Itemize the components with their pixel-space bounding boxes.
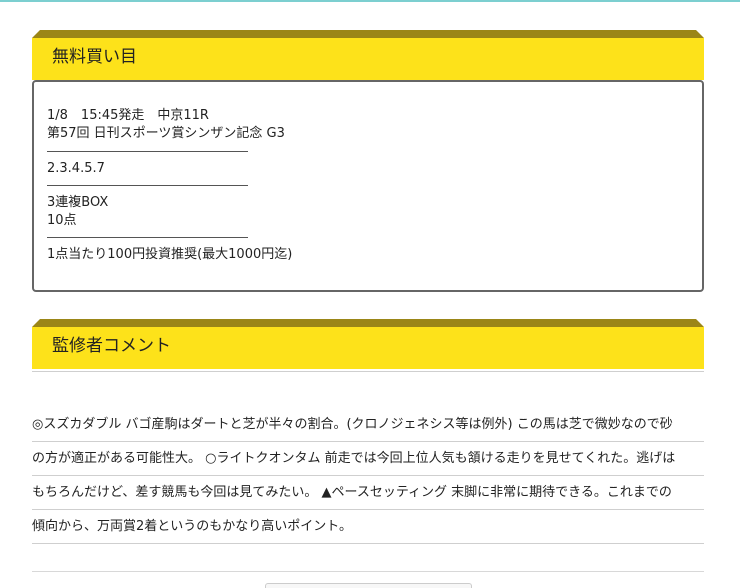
comment-line: もちろんだけど、差す競馬も今回は見てみたい。 ▲ペースセッティング 末脚に非常に… — [32, 476, 704, 510]
bet-points: 10点 — [47, 213, 77, 228]
divider — [47, 185, 248, 186]
race-name: 第57回 日刊スポーツ賞シンザン記念 G3 — [47, 126, 285, 141]
race-date-time-venue: 1/8 15:45発走 中京11R — [47, 108, 209, 123]
ribbon-fold — [32, 30, 704, 38]
stake-note: 1点当たり100円投資推奨(最大1000円迄) — [47, 247, 293, 262]
section-end-divider — [32, 571, 704, 572]
free-picks-box: 1/8 15:45発走 中京11R 第57回 日刊スポーツ賞シンザン記念 G3 … — [32, 80, 704, 292]
commentary-section: 監修者コメント ◎スズカダブル バゴ産駒はダートと芝が半々の割合。(クロノジェネ… — [32, 319, 704, 544]
divider — [47, 151, 248, 152]
comment-line: ◎スズカダブル バゴ産駒はダートと芝が半々の割合。(クロノジェネシス等は例外) … — [32, 408, 704, 442]
commentary-header: 監修者コメント — [32, 319, 704, 369]
free-picks-header: 無料買い目 — [32, 30, 704, 80]
free-picks-section: 無料買い目 1/8 15:45発走 中京11R 第57回 日刊スポーツ賞シンザン… — [32, 30, 704, 292]
comment-line: 傾向から、万両賞2着というのもかなり高いポイント。 — [32, 510, 704, 544]
divider — [47, 237, 248, 238]
comment-line: の方が適正がある可能性大。 ○ライトクオンタム 前走では今回上位人気も頷ける走り… — [32, 442, 704, 476]
horse-numbers: 2.3.4.5.7 — [47, 161, 105, 176]
free-picks-title: 無料買い目 — [52, 47, 137, 67]
bet-type: 3連複BOX — [47, 195, 109, 210]
commentary-body: ◎スズカダブル バゴ産駒はダートと芝が半々の割合。(クロノジェネシス等は例外) … — [32, 371, 704, 544]
bottom-button-edge[interactable] — [265, 583, 472, 588]
top-accent-line — [0, 0, 740, 2]
commentary-title: 監修者コメント — [52, 336, 171, 356]
ribbon-fold — [32, 319, 704, 327]
